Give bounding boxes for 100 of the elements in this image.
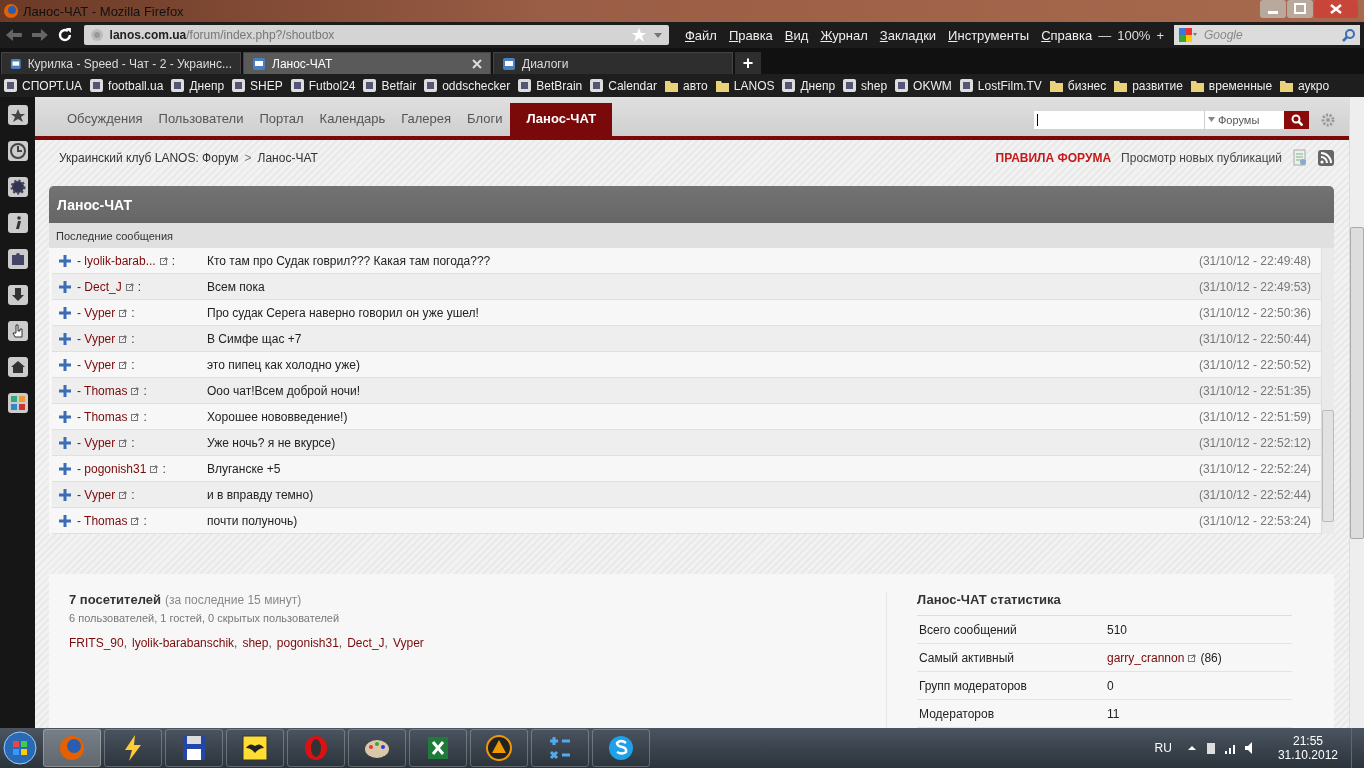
close-button[interactable] <box>1314 0 1358 18</box>
info-icon[interactable] <box>7 213 28 233</box>
external-link-icon[interactable] <box>1188 653 1197 662</box>
external-link-icon[interactable] <box>119 438 128 447</box>
close-icon[interactable] <box>472 58 482 69</box>
bookmark-item[interactable]: LostFilm.TV <box>958 78 1042 93</box>
plus-icon[interactable] <box>59 462 71 475</box>
menu-item[interactable]: Закладки <box>879 27 937 43</box>
forum-rules-link[interactable]: ПРАВИЛА ФОРУМА <box>995 150 1112 165</box>
forum-nav-tab[interactable]: Календарь <box>311 110 394 136</box>
user-link[interactable]: - Vyper <box>77 331 116 346</box>
bookmark-item[interactable]: oddschecker <box>423 78 511 93</box>
forum-nav-tab[interactable]: Портал <box>251 110 312 136</box>
menu-item[interactable]: Правка <box>728 27 773 43</box>
bookmark-item[interactable]: Futbol24 <box>289 78 356 93</box>
bookmark-item[interactable]: развитие <box>1113 78 1183 93</box>
user-link[interactable]: - Thomas <box>77 409 128 424</box>
menu-item[interactable]: Файл <box>684 27 717 43</box>
browser-tab[interactable]: Курилка - Speed - Чат - 2 - Украинс... <box>1 52 241 74</box>
bookmark-item[interactable]: СПОРТ.UA <box>3 78 83 93</box>
gear-icon[interactable] <box>7 177 28 197</box>
forum-nav-tab[interactable]: Ланос-ЧАТ <box>510 102 613 136</box>
external-link-icon[interactable] <box>119 360 128 369</box>
bookmark-item[interactable]: Днепр <box>781 78 836 93</box>
zoom-out-button[interactable]: — <box>1098 27 1112 43</box>
breadcrumb-link[interactable]: Украинский клуб LANOS: Форум <box>59 150 239 165</box>
external-link-icon[interactable] <box>125 282 134 291</box>
external-link-icon[interactable] <box>150 464 159 473</box>
user-link[interactable]: - lyolik-barab... <box>77 253 156 268</box>
bookmark-item[interactable]: OKWM <box>894 78 952 93</box>
new-tab-button[interactable]: + <box>735 52 761 74</box>
external-link-icon[interactable] <box>119 308 128 317</box>
external-link-icon[interactable] <box>131 516 140 525</box>
hand-cursor-icon[interactable] <box>7 321 28 341</box>
search-icon[interactable] <box>1342 28 1356 42</box>
forum-nav-tab[interactable]: Блоги <box>459 110 511 136</box>
search-scope-dropdown[interactable]: Форумы <box>1204 110 1284 129</box>
menu-item[interactable]: Журнал <box>820 27 868 43</box>
apps-grid-icon[interactable] <box>7 393 28 413</box>
external-link-icon[interactable] <box>131 412 140 421</box>
user-link[interactable]: Vyper <box>392 636 424 650</box>
plus-icon[interactable] <box>59 514 71 527</box>
forum-nav-tab[interactable]: Обсуждения <box>59 110 151 136</box>
user-link[interactable]: - Vyper <box>77 435 116 450</box>
bookmark-item[interactable]: Betfair <box>362 78 417 93</box>
plus-icon[interactable] <box>59 488 71 501</box>
bookmark-item[interactable]: Calendar <box>589 78 657 93</box>
bookmark-item[interactable]: LANOS <box>714 78 775 93</box>
plus-icon[interactable] <box>59 306 71 319</box>
user-link[interactable]: - Vyper <box>77 487 116 502</box>
user-link[interactable]: - pogonish31 <box>77 461 147 476</box>
plus-icon[interactable] <box>59 280 71 293</box>
user-link[interactable]: - Thomas <box>77 513 128 528</box>
bookmark-item[interactable]: бизнес <box>1048 78 1107 93</box>
back-icon[interactable] <box>4 27 24 43</box>
star-icon[interactable] <box>630 27 647 43</box>
user-link[interactable]: - Dect_J <box>77 279 122 294</box>
plus-icon[interactable] <box>59 384 71 397</box>
bookmark-item[interactable]: авто <box>663 78 708 93</box>
user-link[interactable]: Dect_J <box>347 636 385 650</box>
plus-icon[interactable] <box>59 332 71 345</box>
rss-icon[interactable] <box>1318 149 1334 166</box>
scrollbar[interactable] <box>1321 248 1334 534</box>
external-link-icon[interactable] <box>119 490 128 499</box>
external-link-icon[interactable] <box>131 386 140 395</box>
plus-icon[interactable] <box>59 358 71 371</box>
plus-icon[interactable] <box>59 254 71 267</box>
bookmark-item[interactable]: shep <box>842 78 888 93</box>
minimize-button[interactable] <box>1260 0 1286 18</box>
external-link-icon[interactable] <box>159 256 168 265</box>
bookmark-item[interactable]: аукро <box>1279 78 1330 93</box>
search-field[interactable] <box>1034 110 1204 129</box>
plus-icon[interactable] <box>59 410 71 423</box>
menu-item[interactable]: Вид <box>784 27 809 43</box>
bookmark-item[interactable]: BetBrain <box>517 78 583 93</box>
bookmark-item[interactable]: Днепр <box>170 78 225 93</box>
browser-tab[interactable]: Диалоги <box>493 52 733 74</box>
plus-icon[interactable] <box>59 436 71 449</box>
forum-nav-tab[interactable]: Пользователи <box>150 110 252 136</box>
search-input[interactable]: Google <box>1202 27 1338 43</box>
user-link[interactable]: - Vyper <box>77 305 116 320</box>
new-posts-link[interactable]: Просмотр новых публикаций <box>1121 150 1282 165</box>
start-button[interactable] <box>0 728 40 768</box>
forward-icon[interactable] <box>29 27 50 43</box>
address-bar[interactable]: lanos.com.ua/forum/index.php?/shoutbox <box>83 25 669 45</box>
user-link[interactable]: pogonish31 <box>276 636 339 650</box>
search-button[interactable] <box>1284 110 1309 129</box>
bookmark-item[interactable]: football.ua <box>89 78 164 93</box>
menu-item[interactable]: Справка <box>1041 27 1093 43</box>
browser-tab[interactable]: Ланос-ЧАТ <box>243 52 491 74</box>
home-icon[interactable] <box>7 357 28 377</box>
bookmark-item[interactable]: временные <box>1189 78 1273 93</box>
search-box[interactable]: Google <box>1174 25 1360 45</box>
external-link-icon[interactable] <box>119 334 128 343</box>
page-scrollbar[interactable] <box>1349 97 1364 728</box>
language-indicator[interactable]: RU <box>1154 741 1172 755</box>
zoom-in-button[interactable]: + <box>1156 27 1164 43</box>
maximize-button[interactable] <box>1287 0 1313 18</box>
bookmark-item[interactable]: SHEP <box>231 78 283 93</box>
menu-item[interactable]: Инструменты <box>948 27 1030 43</box>
